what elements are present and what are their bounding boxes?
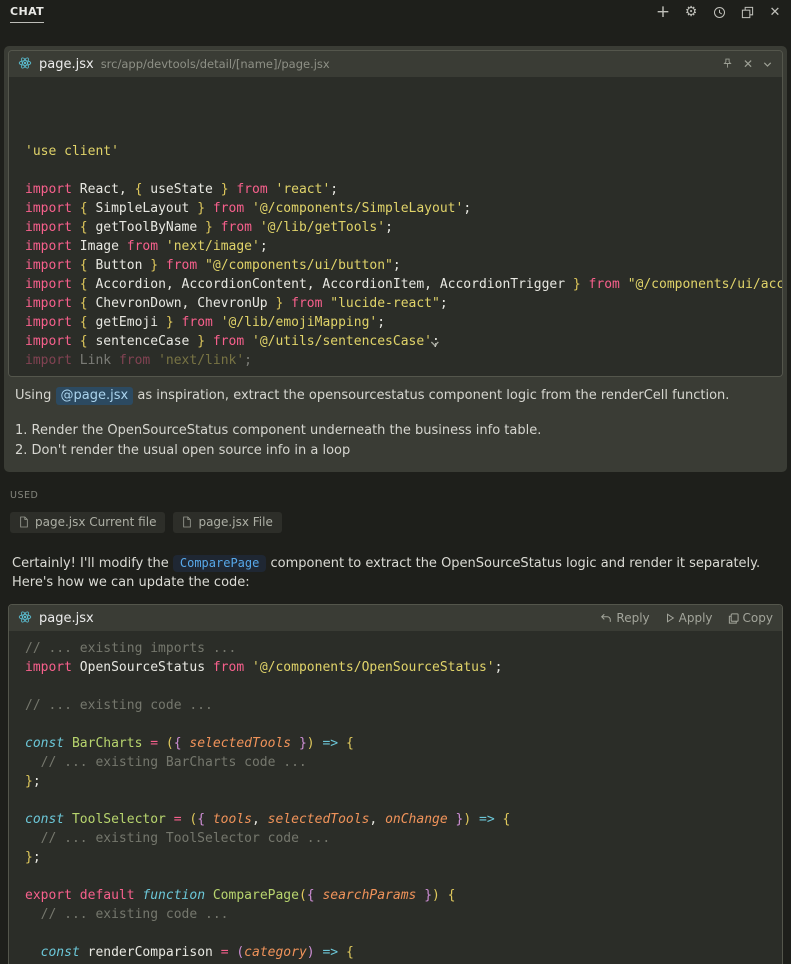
close-icon[interactable]: ✕ bbox=[743, 57, 753, 71]
copy-icon bbox=[728, 613, 739, 624]
restore-panel-icon[interactable] bbox=[739, 4, 755, 20]
used-label: USED bbox=[10, 490, 791, 501]
code-content: // ... existing imports ...import OpenSo… bbox=[9, 631, 782, 964]
file-icon bbox=[19, 516, 29, 528]
message-paragraph: Using @page.jsx as inspiration, extract … bbox=[15, 387, 776, 405]
user-message: page.jsx src/app/devtools/detail/[name]/… bbox=[4, 46, 787, 472]
context-code-block: page.jsx src/app/devtools/detail/[name]/… bbox=[8, 50, 783, 377]
react-file-icon bbox=[18, 55, 32, 74]
chevron-down-icon[interactable] bbox=[762, 55, 773, 74]
suggested-code-block: page.jsx Reply Apply bbox=[8, 604, 783, 964]
history-icon[interactable] bbox=[711, 4, 727, 20]
user-message-text: Using @page.jsx as inspiration, extract … bbox=[8, 377, 783, 460]
inline-code-chip[interactable]: ComparePage bbox=[173, 555, 266, 572]
play-icon bbox=[665, 613, 675, 623]
react-file-icon bbox=[18, 609, 32, 628]
reply-button[interactable]: Reply bbox=[600, 611, 649, 625]
used-section: USED page.jsx Current file page.jsx File bbox=[10, 490, 791, 533]
close-icon[interactable]: ✕ bbox=[767, 4, 783, 20]
message-list-item: 1. Render the OpenSourceStatus component… bbox=[15, 422, 776, 440]
context-chip-current-file[interactable]: page.jsx Current file bbox=[10, 512, 165, 533]
code-block-header: page.jsx src/app/devtools/detail/[name]/… bbox=[9, 51, 782, 77]
file-reference-chip[interactable]: @page.jsx bbox=[56, 387, 134, 405]
gear-icon[interactable]: ⚙ bbox=[683, 4, 699, 20]
code-block-header: page.jsx Reply Apply bbox=[9, 605, 782, 631]
tab-chat[interactable]: CHAT bbox=[10, 1, 44, 23]
message-list-item: 2. Don't render the usual open source in… bbox=[15, 442, 776, 460]
reply-icon bbox=[600, 613, 612, 624]
assistant-message: Certainly! I'll modify the ComparePage c… bbox=[0, 554, 791, 964]
file-name: page.jsx bbox=[39, 57, 94, 72]
new-chat-icon[interactable]: + bbox=[655, 4, 671, 20]
file-name: page.jsx bbox=[39, 611, 94, 626]
code-content: 'use client' import React, { useState } … bbox=[9, 77, 782, 376]
titlebar-actions: + ⚙ ✕ bbox=[655, 4, 783, 20]
panel-titlebar: CHAT + ⚙ ✕ bbox=[0, 0, 791, 24]
file-path: src/app/devtools/detail/[name]/page.jsx bbox=[101, 57, 330, 71]
pin-icon[interactable] bbox=[721, 55, 734, 74]
file-icon bbox=[182, 516, 192, 528]
copy-button[interactable]: Copy bbox=[728, 611, 773, 625]
context-chip-file[interactable]: page.jsx File bbox=[173, 512, 281, 533]
chat-panel: CHAT + ⚙ ✕ bbox=[0, 0, 791, 964]
apply-button[interactable]: Apply bbox=[665, 611, 713, 625]
assistant-text: Certainly! I'll modify the ComparePage c… bbox=[12, 554, 779, 592]
